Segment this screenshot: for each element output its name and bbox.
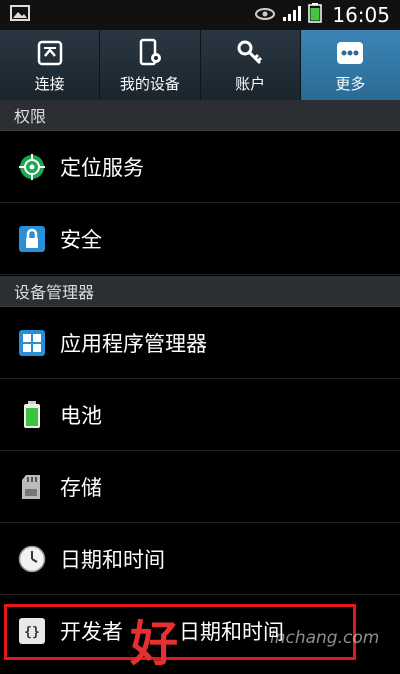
signal-icon	[282, 4, 302, 26]
battery-icon	[308, 3, 323, 27]
tab-accounts[interactable]: 账户	[200, 30, 301, 100]
section-header-permissions: 权限	[0, 100, 400, 131]
item-label: 安全	[60, 227, 102, 252]
item-label: 存储	[60, 475, 102, 500]
list-item-app-manager[interactable]: 应用程序管理器	[0, 307, 400, 379]
apps-grid-icon	[18, 329, 46, 357]
tab-label: 账户	[235, 74, 266, 93]
location-icon	[18, 153, 46, 181]
list-item-location-services[interactable]: 定位服务	[0, 131, 400, 203]
section-header-device-manager: 设备管理器	[0, 276, 400, 307]
more-icon	[335, 37, 365, 69]
item-label: 应用程序管理器	[60, 331, 207, 356]
tab-more[interactable]: 更多	[300, 30, 400, 100]
lock-icon	[18, 225, 46, 253]
settings-tabs: 连接 我的设备 账户 更多	[0, 30, 400, 100]
status-time: 16:05	[332, 3, 390, 27]
list-item-date-time[interactable]: 日期和时间	[0, 523, 400, 595]
item-label: 日期和时间	[60, 547, 165, 572]
tab-label: 连接	[34, 74, 65, 93]
tab-connections[interactable]: 连接	[0, 30, 101, 100]
connect-icon	[35, 37, 65, 69]
device-icon	[135, 37, 165, 69]
clock-icon	[18, 545, 46, 573]
eye-icon	[254, 6, 276, 25]
sd-card-icon	[18, 473, 46, 501]
key-icon	[235, 37, 265, 69]
list-item-storage[interactable]: 存储	[0, 451, 400, 523]
highlight-frame	[4, 604, 356, 660]
image-icon	[10, 5, 30, 25]
tab-label: 更多	[335, 74, 366, 93]
status-bar: 16:05	[0, 0, 400, 30]
list-item-battery[interactable]: 电池	[0, 379, 400, 451]
item-label: 电池	[60, 403, 102, 428]
battery-icon	[18, 400, 46, 429]
list-item-security[interactable]: 安全	[0, 203, 400, 275]
tab-my-device[interactable]: 我的设备	[100, 30, 201, 100]
tab-label: 我的设备	[119, 74, 180, 93]
item-label: 定位服务	[60, 155, 144, 180]
